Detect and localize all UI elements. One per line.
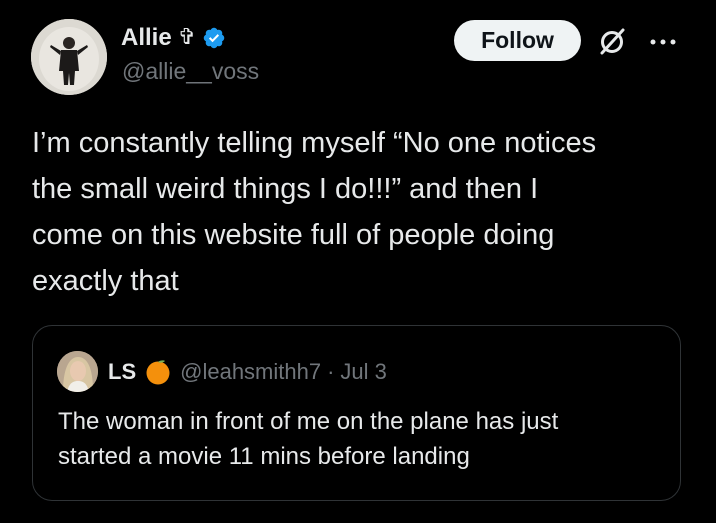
quote-avatar[interactable] [57,351,98,392]
follow-button[interactable]: Follow [454,20,581,61]
cross-emoji-icon: ✞ [177,25,197,50]
author-handle[interactable]: @allie__voss [122,58,259,85]
quote-header: LS @leahsmithh7 · Jul 3 [108,356,387,388]
grok-icon[interactable] [596,26,628,58]
profile-photo-icon [31,19,107,95]
author-name-row[interactable]: Allie ✞ [121,20,226,56]
quote-date[interactable]: Jul 3 [340,359,386,385]
profile-photo-icon [57,351,98,392]
quote-text: The woman in front of me on the plane ha… [58,408,559,470]
more-horizontal-icon[interactable] [648,36,680,48]
verified-badge-icon[interactable] [202,26,226,50]
quote-display-name[interactable]: LS [108,359,136,385]
author-display-name[interactable]: Allie [121,24,172,52]
quote-handle[interactable]: @leahsmithh7 [180,359,321,385]
quoted-tweet-card[interactable]: LS @leahsmithh7 · Jul 3 The woman in fro… [32,325,681,501]
tweet-text: I’m constantly telling myself “No one no… [32,127,597,297]
tweet: Allie ✞ @allie__voss Follow I’m constant… [0,0,716,523]
orange-emoji-icon [146,360,170,385]
quote-separator: · [327,359,335,384]
author-avatar[interactable] [31,19,107,95]
